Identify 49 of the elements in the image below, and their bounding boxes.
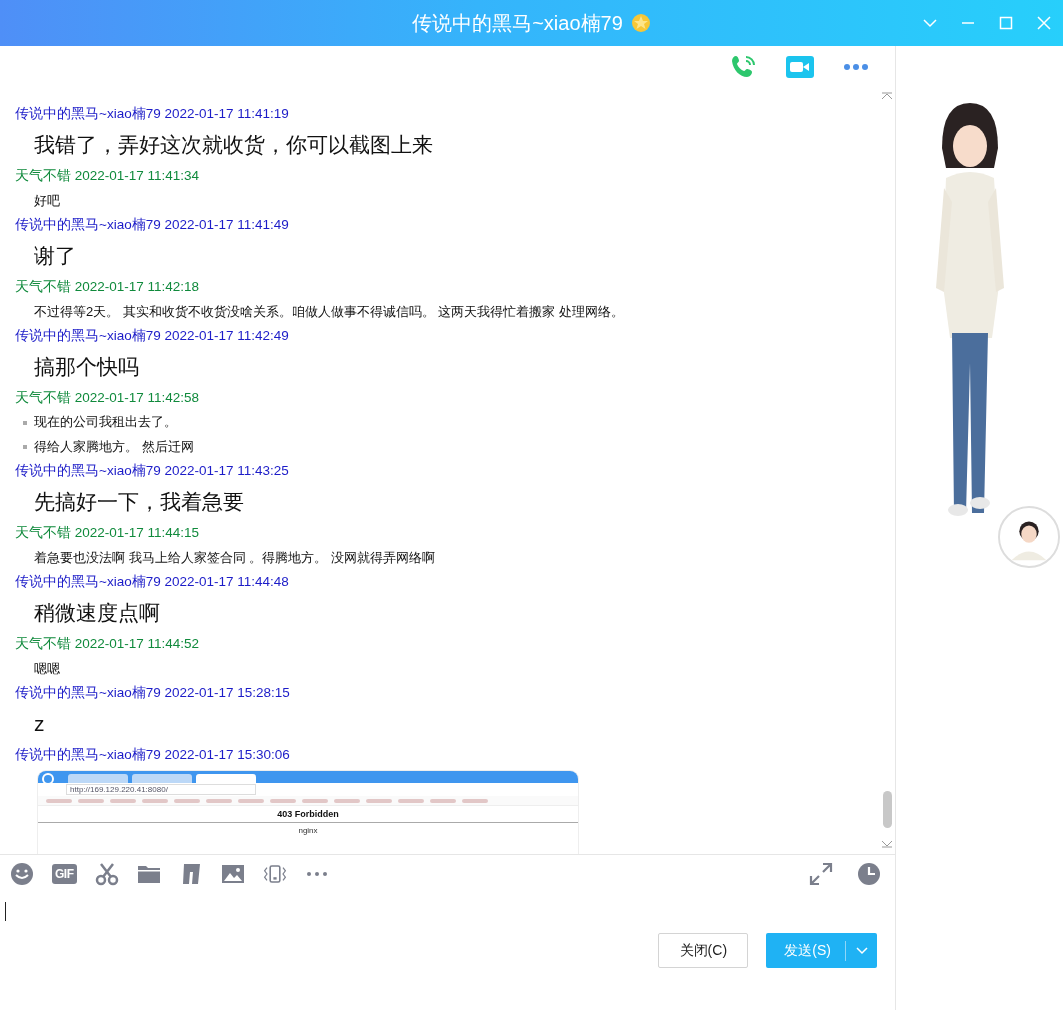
message-header: 传说中的黑马~xiao楠79 2022-01-17 11:43:25 <box>14 462 290 481</box>
close-button[interactable]: 关闭(C) <box>658 933 749 969</box>
message-header: 传说中的黑马~xiao楠79 2022-01-17 11:42:49 <box>14 327 290 346</box>
message-text: 嗯嗯 <box>33 660 60 679</box>
message-text: 我错了，弄好这次就收货，你可以截图上来 <box>33 132 433 159</box>
bullet-icon <box>23 445 27 449</box>
message-text: 好吧 <box>33 192 60 211</box>
maximize-icon[interactable] <box>998 15 1014 31</box>
message-header: 传说中的黑马~xiao楠79 2022-01-17 11:41:49 <box>14 216 290 235</box>
browser-tab <box>132 774 192 784</box>
browser-tab <box>68 774 128 784</box>
message-header: 天气不错 2022-01-17 11:41:34 <box>14 167 201 186</box>
emoji-icon[interactable] <box>10 861 34 886</box>
message-text: 先搞好一下，我着急要 <box>33 489 244 516</box>
page-footer: nginx <box>38 825 578 837</box>
page-heading: 403 Forbidden <box>276 808 340 822</box>
message-text: z <box>33 711 45 738</box>
address-bar: http://169.129.220.41:8080/ <box>66 784 256 796</box>
avatar-icon[interactable] <box>998 506 1060 568</box>
message-header: 传说中的黑马~xiao楠79 2022-01-17 15:30:06 <box>14 746 291 765</box>
message-text: 得给人家腾地方。 然后迁网 <box>34 437 194 456</box>
screenshot-image[interactable]: http://169.129.220.41:8080/ 403 Forbidden nginx <box>38 771 578 855</box>
scroll-thumb[interactable] <box>882 791 892 829</box>
gif-button[interactable]: GIF <box>52 863 77 884</box>
message-text: 着急要也没法啊 我马上给人家签合同 。得腾地方。 没网就得弄网络啊 <box>33 549 435 568</box>
message-header: 传说中的黑马~xiao楠79 2022-01-17 11:41:19 <box>14 105 290 124</box>
message-header: 传说中的黑马~xiao楠79 2022-01-17 11:44:48 <box>14 573 290 592</box>
scissors-icon[interactable] <box>94 861 119 886</box>
browser-tab <box>196 774 256 784</box>
expand-icon[interactable] <box>809 861 833 886</box>
close-icon[interactable] <box>1036 15 1052 31</box>
scroll-top-icon[interactable] <box>881 92 893 101</box>
scroll-bottom-icon[interactable] <box>881 840 893 849</box>
message-text: 不过得等2天。 其实和收货不收货没啥关系。咱做人做事不得诚信吗。 这两天我得忙着搬家 处理网络。 <box>33 303 625 322</box>
window-title: 传说中的黑马~xiao楠79 <box>412 11 623 36</box>
star-badge-icon <box>630 13 651 33</box>
bullet-icon <box>23 420 27 425</box>
message-text: 搞那个快吗 <box>33 354 139 381</box>
message-header: 天气不错 2022-01-17 11:44:15 <box>14 524 201 543</box>
message-header: 传说中的黑马~xiao楠79 2022-01-17 15:28:15 <box>14 684 291 703</box>
message-header: 天气不错 2022-01-17 11:42:18 <box>14 278 201 297</box>
message-text: 现在的公司我租出去了。 <box>34 413 177 432</box>
message-header: 天气不错 2022-01-17 11:44:52 <box>14 635 201 654</box>
message-header: 天气不错 2022-01-17 11:42:58 <box>14 389 201 408</box>
caret-icon <box>855 946 868 955</box>
history-clock-icon[interactable] <box>857 861 881 886</box>
message-text: 谢了 <box>33 243 76 270</box>
message-text: 稍微速度点啊 <box>33 600 160 627</box>
browser-logo-icon <box>42 773 54 786</box>
